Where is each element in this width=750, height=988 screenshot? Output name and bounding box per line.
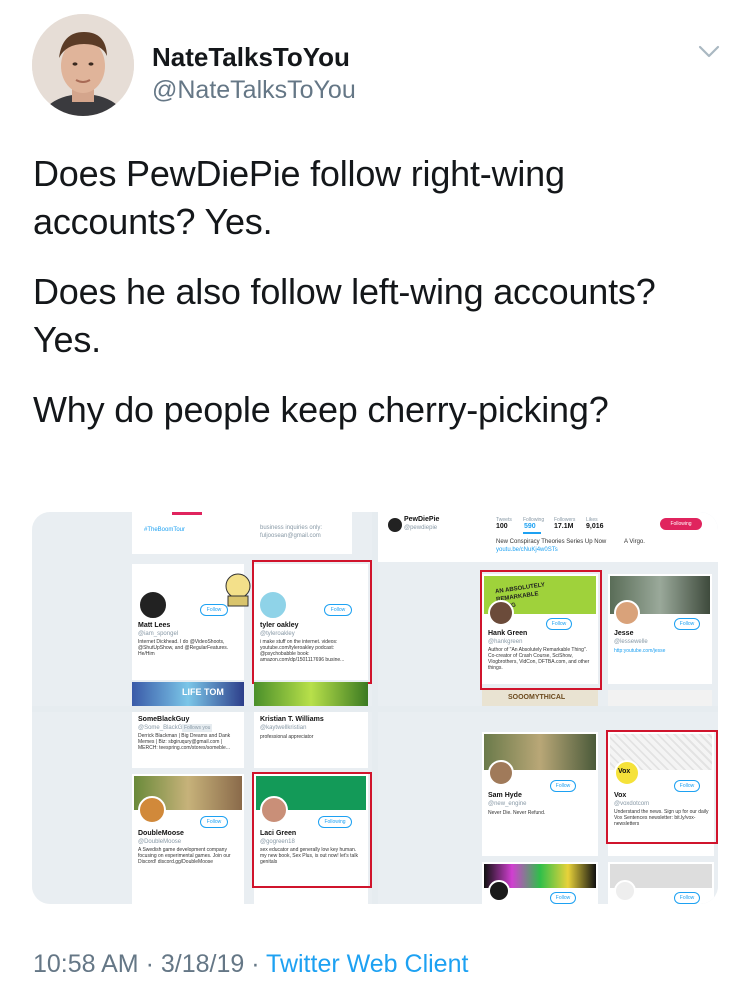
screenshot-bottom-left[interactable]: SomeBlackGuy @Some_BlackGuy Follows you … — [32, 712, 372, 904]
account-bio: Derrick Blackman | Big Dreams and Dank M… — [138, 733, 231, 751]
screenshot-bottom-right[interactable]: Vox Follow Follow Sam Hyde @new_engine N… — [378, 712, 718, 904]
account-handle: @DoubleMoose — [138, 839, 182, 845]
profile-handle: @pewdiepie — [404, 525, 438, 531]
tweet-source-link[interactable]: Twitter Web Client — [266, 950, 468, 978]
avatar[interactable] — [488, 880, 510, 902]
follow-button[interactable]: Follow — [200, 816, 228, 828]
avatar[interactable] — [32, 14, 134, 116]
account-name[interactable]: Sam Hyde — [488, 792, 522, 800]
avatar[interactable] — [614, 600, 640, 626]
separator: · — [138, 950, 161, 978]
account-handle: @kaytwellkristian — [260, 725, 307, 731]
banner-image — [254, 682, 368, 706]
bio-extra: A Virgo. — [624, 539, 645, 545]
account-name[interactable]: Kristian T. Williams — [260, 716, 324, 724]
banner-label: SOOOMYTHICAL — [508, 694, 566, 701]
stat-value[interactable]: 17.1M — [554, 523, 573, 531]
account-bio: A Swedish game development company focus… — [138, 847, 231, 865]
tweet-text: Does PewDiePie follow right-wing account… — [33, 150, 723, 456]
account-bio: Internet Dickhead. I do @VideoShoots, @S… — [138, 639, 229, 657]
follow-button[interactable]: Follow — [200, 604, 228, 616]
stat-value[interactable]: 590 — [524, 523, 536, 531]
screenshot-top-left[interactable]: #TheBoomTour business inquiries only: fu… — [32, 512, 372, 706]
highlight-box — [480, 570, 602, 690]
following-button[interactable]: Following — [660, 518, 702, 530]
account-name[interactable]: DoubleMoose — [138, 830, 184, 838]
account-handle: @iam_spongel — [138, 631, 179, 637]
avatar[interactable] — [488, 760, 514, 786]
bio-link[interactable]: youtu.be/cNuKj4w0STs — [496, 546, 558, 554]
hashtag-tab[interactable]: #TheBoomTour — [144, 526, 185, 534]
highlight-box — [252, 560, 372, 684]
avatar[interactable] — [138, 590, 168, 620]
follow-button[interactable]: Follow — [674, 618, 700, 630]
follow-button[interactable]: Follow — [550, 892, 576, 904]
avatar[interactable] — [614, 880, 636, 902]
stat-value[interactable]: 9,016 — [586, 523, 604, 531]
follow-button[interactable]: Follow — [550, 780, 576, 792]
separator: · — [244, 950, 267, 978]
avatar[interactable] — [386, 516, 404, 534]
account-bio: Never Die. Never Refund. — [488, 810, 546, 816]
account-handle: @new_engine — [488, 801, 527, 807]
avatar[interactable] — [138, 796, 166, 824]
chevron-down-icon[interactable] — [696, 38, 722, 64]
highlight-box — [606, 730, 718, 844]
follow-button[interactable]: Follow — [674, 892, 700, 904]
account-bio[interactable]: http:youtube.com/jesse — [614, 647, 665, 655]
account-name[interactable]: Matt Lees — [138, 622, 170, 630]
screenshot-top-right[interactable]: PewDiePie @pewdiepie Tweets Following Fo… — [378, 512, 718, 706]
tweet-media-grid[interactable]: #TheBoomTour business inquiries only: fu… — [32, 512, 718, 904]
account-bio: professional appreciator — [260, 734, 314, 740]
tweet-paragraph: Why do people keep cherry-picking? — [33, 389, 609, 430]
follows-you-badge: Follows you — [182, 724, 213, 732]
account-name[interactable]: Jesse — [614, 630, 633, 638]
tweet-footer: 10:58 AM · 3/18/19 · Twitter Web Client — [33, 950, 468, 979]
tweet-time[interactable]: 10:58 AM — [33, 950, 139, 978]
tweet-paragraph: Does he also follow left-wing accounts? … — [33, 271, 656, 360]
account-handle: @lessewelle — [614, 639, 648, 645]
banner-label: LIFE TOM — [182, 687, 224, 697]
tweet-paragraph: Does PewDiePie follow right-wing account… — [33, 153, 565, 242]
bio-text: New Conspiracy Theories Series Up Now — [496, 539, 607, 545]
tweet-header: NateTalksToYou @NateTalksToYou — [32, 14, 722, 118]
tweet-date[interactable]: 3/18/19 — [161, 950, 244, 978]
stat-value[interactable]: 100 — [496, 523, 508, 531]
profile-name: PewDiePie — [404, 516, 440, 523]
account-name[interactable]: SomeBlackGuy — [138, 716, 189, 724]
user-handle[interactable]: @NateTalksToYou — [152, 76, 356, 105]
highlight-box — [252, 772, 372, 888]
banner-text: business inquiries only: fuljoosean@gmai… — [260, 525, 323, 539]
display-name[interactable]: NateTalksToYou — [152, 42, 350, 73]
